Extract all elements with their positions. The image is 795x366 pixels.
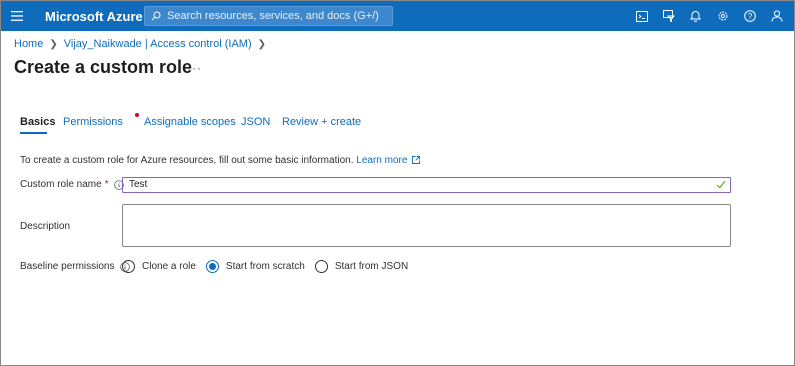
help-icon[interactable]: ?: [736, 1, 763, 31]
radio-dot: [208, 262, 216, 270]
page-title: Create a custom role: [14, 57, 193, 77]
tab-assignable-scopes-label: Assignable scopes: [144, 116, 236, 128]
intro-text: To create a custom role for Azure resour…: [20, 155, 421, 166]
search-box[interactable]: Search resources, services, and docs (G+…: [144, 6, 393, 26]
custom-role-name-label: Custom role name *: [20, 179, 124, 190]
radio-start-from-scratch-label: Start from scratch: [225, 260, 305, 272]
directory-filter-icon[interactable]: [655, 1, 682, 31]
required-indicator: [135, 113, 139, 117]
custom-role-name-text: Custom role name: [20, 179, 102, 190]
intro-description: To create a custom role for Azure resour…: [20, 155, 354, 166]
svg-text:?: ?: [747, 12, 752, 21]
baseline-permissions-text: Baseline permissions: [20, 261, 115, 272]
active-tab-indicator: [20, 132, 47, 134]
tab-json[interactable]: JSON: [241, 116, 270, 128]
radio-start-from-json[interactable]: Start from JSON: [314, 259, 409, 273]
description-textarea[interactable]: [122, 204, 731, 247]
topbar-icons: ?: [628, 1, 790, 31]
search-placeholder: Search resources, services, and docs (G+…: [167, 10, 379, 22]
search-icon: [151, 11, 161, 21]
tab-basics-label: Basics: [20, 116, 56, 128]
breadcrumb: Home ❯ Vijay_Naikwade | Access control (…: [14, 38, 272, 50]
tab-basics[interactable]: Basics: [20, 116, 56, 134]
radio-start-from-json-label: Start from JSON: [334, 260, 409, 272]
description-label: Description: [20, 221, 70, 232]
required-marker: *: [104, 179, 109, 190]
feedback-icon[interactable]: [763, 1, 790, 31]
checkmark-icon: [716, 180, 726, 194]
custom-role-name-value: Test: [129, 179, 148, 190]
custom-role-name-input[interactable]: Test: [122, 177, 731, 193]
breadcrumb-home[interactable]: Home: [14, 38, 43, 50]
learn-more-label: Learn more: [356, 155, 408, 166]
tab-permissions[interactable]: Permissions: [63, 116, 123, 128]
tab-json-label: JSON: [241, 116, 271, 128]
hamburger-icon[interactable]: [1, 1, 33, 31]
top-bar: Microsoft Azure Search resources, servic…: [1, 1, 794, 31]
tab-assignable-scopes[interactable]: Assignable scopes: [144, 116, 236, 128]
tab-review-create-label: Review + create: [282, 116, 362, 128]
cloud-shell-icon[interactable]: [628, 1, 655, 31]
notifications-icon[interactable]: [682, 1, 709, 31]
description-text: Description: [20, 221, 71, 232]
radio-start-from-scratch[interactable]: Start from scratch: [205, 259, 305, 273]
external-link-icon: [412, 156, 421, 165]
radio-clone-role-label: Clone a role: [142, 260, 196, 272]
breadcrumb-access-control[interactable]: Vijay_Naikwade | Access control (IAM): [64, 38, 252, 50]
brand-link[interactable]: Microsoft Azure: [45, 9, 143, 24]
baseline-permissions-label: Baseline permissions: [20, 261, 130, 272]
radio-circle-selected: [205, 259, 219, 273]
radio-circle: [122, 259, 135, 273]
radio-clone-role[interactable]: Clone a role: [122, 259, 196, 273]
radio-circle: [314, 259, 328, 273]
portal-window: Microsoft Azure Search resources, servic…: [0, 0, 795, 366]
tab-permissions-label: Permissions: [63, 116, 123, 128]
tab-review-create[interactable]: Review + create: [282, 116, 361, 128]
chevron-right-icon: ❯: [49, 38, 58, 50]
chevron-right-icon: ❯: [257, 38, 267, 50]
learn-more-link[interactable]: Learn more: [356, 155, 421, 166]
settings-icon[interactable]: [709, 1, 736, 31]
more-options-icon[interactable]: ···: [187, 61, 202, 75]
baseline-permissions-radio-group: Clone a role Start from scratch Start fr…: [122, 259, 418, 273]
